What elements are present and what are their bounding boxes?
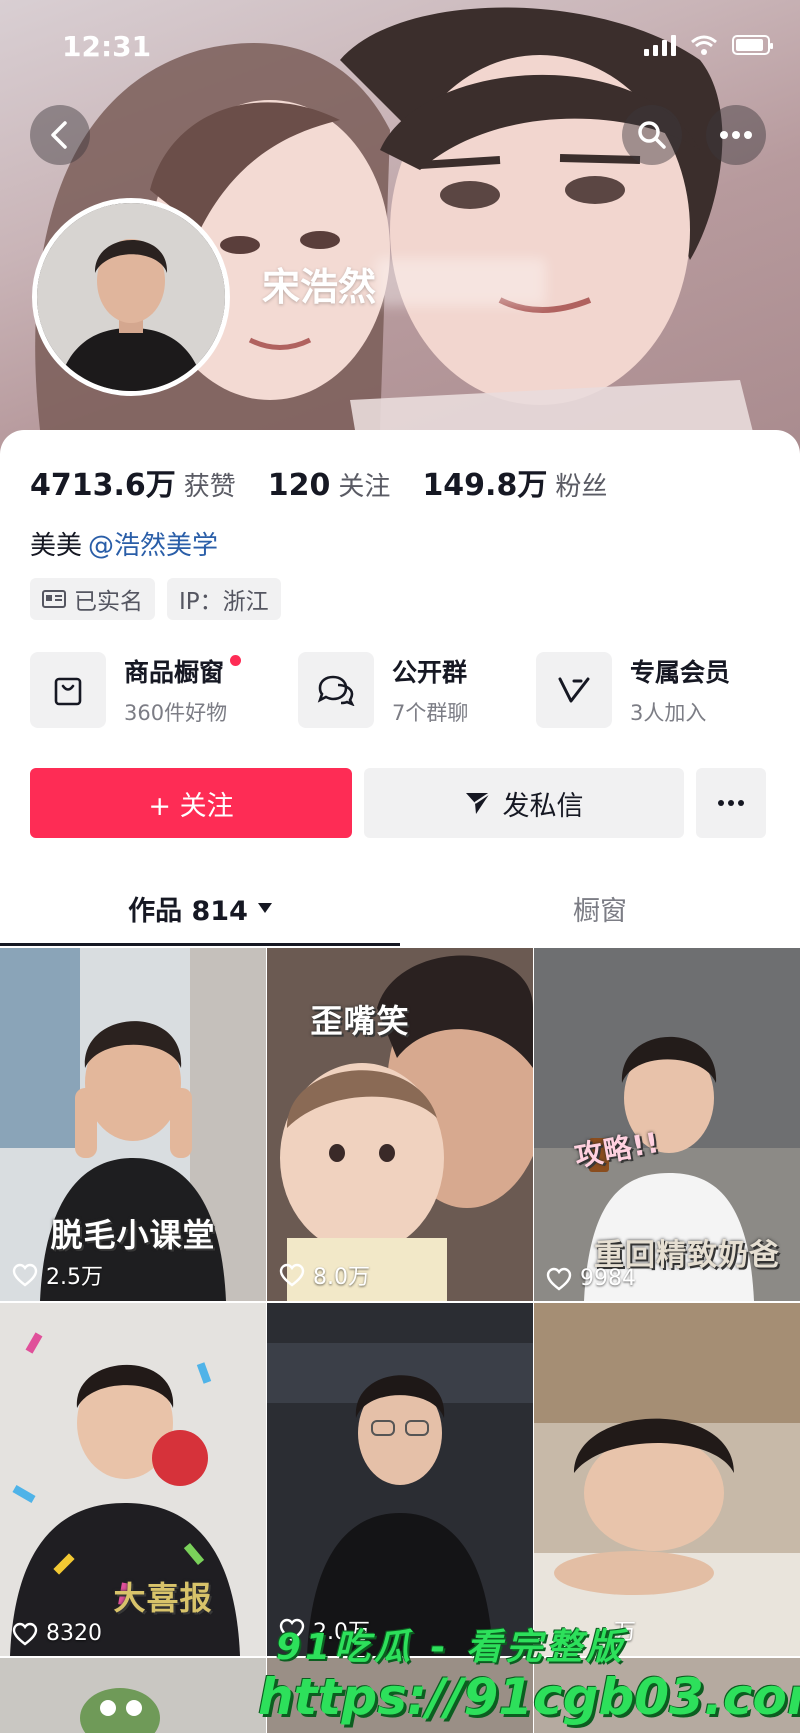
bio-text: 美美	[30, 531, 83, 561]
heart-icon	[12, 1622, 38, 1646]
caret-down-icon	[257, 903, 272, 913]
video-likes: 8.0万	[279, 1259, 370, 1291]
video-thumbnail[interactable]: 攻略!! 重回精致奶爸 9984	[534, 948, 800, 1301]
signal-icon	[644, 34, 676, 56]
chat-group-icon	[317, 675, 355, 706]
feature-text: 公开群 7个群聊	[392, 653, 468, 727]
vip-icon	[558, 677, 590, 703]
send-message-button[interactable]: 发私信	[364, 768, 684, 838]
video-cover-image	[267, 1303, 533, 1656]
video-likes: 8320	[12, 1621, 102, 1646]
ip-location-tag: IP：浙江	[167, 578, 281, 620]
status-icons	[644, 34, 773, 56]
video-cover-image	[0, 1658, 266, 1733]
video-caption: 大喜报	[113, 1579, 213, 1617]
feature-text: 商品橱窗 360件好物	[124, 653, 242, 727]
likes-count: 9984	[580, 1266, 636, 1291]
video-thumbnail[interactable]: 脱毛小课堂 2.5万	[0, 948, 266, 1301]
profile-actions: + 关注 发私信	[30, 768, 770, 838]
feature-title: 专属会员	[630, 658, 731, 687]
bio-mention-link[interactable]: @浩然美学	[88, 531, 218, 561]
stat-value: 4713.6万	[30, 468, 176, 503]
video-thumbnail[interactable]: 歪嘴笑 8.0万	[267, 948, 533, 1301]
stat-label: 粉丝	[555, 472, 608, 502]
shopping-bag-icon	[54, 677, 82, 706]
content-tabs: 作品 814 橱窗	[0, 870, 800, 946]
heart-icon	[12, 1263, 38, 1287]
tab-works[interactable]: 作品 814	[0, 870, 400, 946]
avatar[interactable]	[32, 198, 230, 396]
more-icon	[720, 131, 752, 139]
video-likes: 9984	[546, 1266, 636, 1291]
feature-text: 专属会员 3人加入	[630, 653, 730, 727]
verified-tag: 已实名	[30, 578, 155, 620]
back-icon	[51, 121, 67, 149]
stat-likes[interactable]: 4713.6万 获赞	[30, 460, 236, 504]
likes-count: 8.0万	[313, 1265, 370, 1290]
profile-tags: 已实名 IP：浙江	[30, 578, 281, 620]
feature-subtitle: 3人加入	[630, 701, 707, 725]
feature-title: 商品橱窗	[124, 658, 225, 687]
stat-label: 获赞	[183, 472, 236, 502]
video-cover-image	[534, 1303, 800, 1656]
video-thumbnail[interactable]: 2.0万	[267, 1303, 533, 1656]
watermark-title: 91吃瓜 - 看完整版	[276, 1627, 627, 1668]
public-group-entry[interactable]: 公开群 7个群聊	[298, 652, 536, 728]
battery-level	[736, 39, 763, 51]
feature-icon-box	[298, 652, 374, 728]
stat-following[interactable]: 120 关注	[268, 466, 391, 503]
video-thumbnail-partial[interactable]	[0, 1658, 266, 1733]
feature-subtitle: 7个群聊	[392, 701, 469, 725]
membership-entry[interactable]: 专属会员 3人加入	[536, 652, 770, 728]
video-caption: 脱毛小课堂	[50, 1216, 216, 1254]
more-actions-button[interactable]	[696, 768, 766, 838]
tab-label: 作品 814	[128, 895, 248, 927]
more-options-button[interactable]	[706, 105, 766, 165]
wifi-icon	[691, 35, 717, 55]
status-time: 12:31	[62, 30, 152, 63]
tab-showcase[interactable]: 橱窗	[400, 870, 800, 946]
search-button[interactable]	[622, 105, 682, 165]
profile-stats: 4713.6万 获赞 120 关注 149.8万 粉丝	[30, 460, 607, 504]
feature-icon-box	[30, 652, 106, 728]
bio: 美美 @浩然美学	[30, 525, 218, 562]
feature-entries: 商品橱窗 360件好物 公开群 7个群聊 专属会员 3人加入	[30, 652, 770, 728]
feature-title: 公开群	[392, 658, 468, 687]
watermark-url: https://91cgb03.com	[258, 1668, 800, 1726]
showcase-entry[interactable]: 商品橱窗 360件好物	[30, 652, 298, 728]
likes-count: 8320	[46, 1621, 102, 1646]
heart-icon	[279, 1263, 305, 1287]
send-icon	[465, 792, 491, 814]
stat-value: 120	[267, 468, 331, 503]
stat-label: 关注	[338, 472, 391, 502]
tag-label: IP：浙江	[179, 589, 269, 615]
video-thumbnail[interactable]: 大喜报 8320	[0, 1303, 266, 1656]
stat-value: 149.8万	[422, 468, 548, 503]
likes-count: 2.5万	[46, 1265, 103, 1290]
heart-icon	[546, 1267, 572, 1291]
back-button[interactable]	[30, 105, 90, 165]
video-caption: 歪嘴笑	[310, 1002, 410, 1040]
battery-icon	[732, 35, 773, 55]
status-bar: 12:31	[0, 0, 800, 90]
video-likes: 2.5万	[12, 1259, 103, 1291]
tag-label: 已实名	[74, 589, 143, 615]
notification-dot	[230, 655, 242, 666]
username: 宋浩然	[262, 265, 377, 309]
profile-banner: 12:31 宋浩然	[0, 0, 800, 460]
video-thumbnail[interactable]: 万	[534, 1303, 800, 1656]
search-icon	[638, 121, 666, 149]
feature-subtitle: 360件好物	[124, 701, 228, 725]
avatar-photo	[37, 203, 225, 391]
tab-label: 橱窗	[573, 895, 627, 927]
id-card-icon	[42, 590, 66, 608]
feature-icon-box	[536, 652, 612, 728]
follow-button[interactable]: + 关注	[30, 768, 352, 838]
blurred-region	[376, 258, 546, 306]
send-message-label: 发私信	[502, 790, 584, 822]
stat-followers[interactable]: 149.8万 粉丝	[422, 460, 607, 504]
more-icon	[718, 800, 744, 806]
